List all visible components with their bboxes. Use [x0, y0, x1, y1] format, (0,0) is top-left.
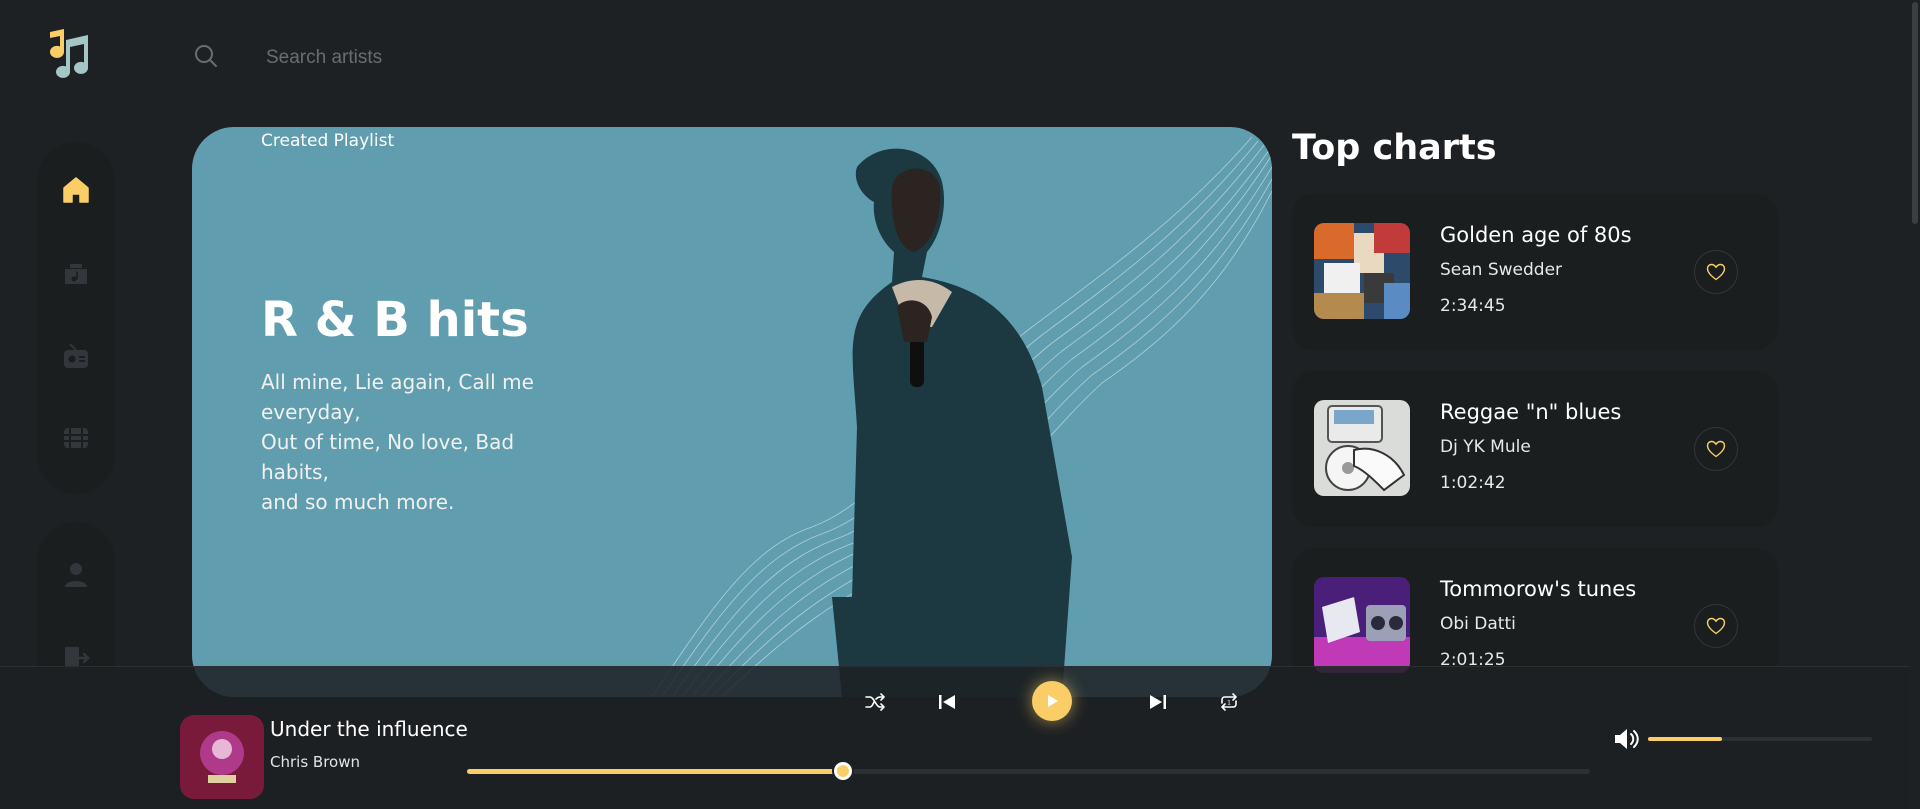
shuffle-icon: [865, 693, 885, 711]
track-progress-fill: [467, 769, 844, 774]
description-line: Out of time, No love, Bad: [261, 430, 515, 454]
page-scrollbar[interactable]: [1910, 0, 1920, 809]
volume-slider[interactable]: [1648, 737, 1872, 741]
sidebar-nav: [37, 142, 115, 494]
home-icon: [63, 177, 89, 203]
volume-fill: [1648, 737, 1722, 741]
skip-forward-icon: [1150, 695, 1166, 709]
profile-icon: [65, 563, 87, 587]
chart-artist: Obi Datti: [1440, 614, 1516, 634]
nav-profile-button[interactable]: [37, 547, 115, 603]
chart-card[interactable]: Golden age of 80s Sean Swedder 2:34:45: [1292, 194, 1778, 350]
chart-name: Tommorow's tunes: [1440, 577, 1637, 601]
description-line: All mine, Lie again, Call me: [261, 370, 534, 394]
description-line: habits,: [261, 460, 329, 484]
scrollbar-thumb[interactable]: [1912, 2, 1918, 224]
top-charts-heading: Top charts: [1292, 128, 1497, 168]
chart-name: Reggae "n" blues: [1440, 400, 1622, 424]
nav-radio-button[interactable]: [37, 328, 115, 384]
chart-duration: 2:34:45: [1440, 296, 1506, 316]
volume-icon[interactable]: [1613, 727, 1641, 751]
now-playing-title: Under the influence: [270, 717, 468, 741]
radio-icon: [64, 343, 88, 368]
favorite-button[interactable]: [1694, 250, 1738, 294]
music-library-icon: [65, 264, 87, 284]
playlist-tag: Created Playlist: [261, 131, 395, 151]
chart-artist: Sean Swedder: [1440, 260, 1563, 280]
music-logo-icon: [50, 29, 88, 78]
playlist-title: R & B hits: [261, 292, 529, 348]
favorite-button[interactable]: [1694, 604, 1738, 648]
nav-videos-button[interactable]: [37, 410, 115, 466]
description-line: and so much more.: [261, 490, 455, 514]
play-icon: [1048, 695, 1058, 707]
playlist-description: All mine, Lie again, Call me everyday, O…: [261, 367, 561, 517]
shuffle-button[interactable]: [863, 690, 887, 714]
description-line: everyday,: [261, 400, 361, 424]
search-input[interactable]: [250, 38, 750, 78]
chart-artist: Dj YK Mule: [1440, 437, 1531, 457]
chart-cover-image: [1314, 223, 1410, 319]
chart-cover-image: [1314, 577, 1410, 673]
track-progress-bar[interactable]: [467, 762, 1590, 780]
music-player-bar: Under the influence Chris Brown 1: [0, 666, 1920, 809]
heart-icon: [1706, 617, 1726, 635]
previous-button[interactable]: [935, 690, 959, 714]
svg-text:1: 1: [1227, 700, 1231, 707]
chart-name: Golden age of 80s: [1440, 223, 1632, 247]
nav-home-button[interactable]: [37, 162, 115, 218]
featured-playlist-hero[interactable]: Created Playlist R & B hits All mine, Li…: [192, 127, 1272, 697]
heart-icon: [1706, 440, 1726, 458]
next-button[interactable]: [1146, 690, 1170, 714]
nav-library-button[interactable]: [37, 245, 115, 301]
search-icon: [195, 45, 217, 67]
repeat-button[interactable]: 1: [1217, 690, 1241, 714]
favorite-button[interactable]: [1694, 427, 1738, 471]
repeat-icon: 1: [1221, 693, 1237, 711]
chart-card[interactable]: Reggae "n" blues Dj YK Mule 1:02:42: [1292, 371, 1778, 527]
track-progress-handle[interactable]: [834, 762, 853, 780]
chart-duration: 1:02:42: [1440, 473, 1506, 493]
heart-icon: [1706, 263, 1726, 281]
chart-cover-image: [1314, 400, 1410, 496]
now-playing-artist: Chris Brown: [270, 753, 360, 771]
skip-back-icon: [939, 695, 955, 709]
video-grid-icon: [64, 428, 88, 448]
now-playing-cover: [180, 715, 264, 799]
play-button[interactable]: [1032, 681, 1072, 721]
